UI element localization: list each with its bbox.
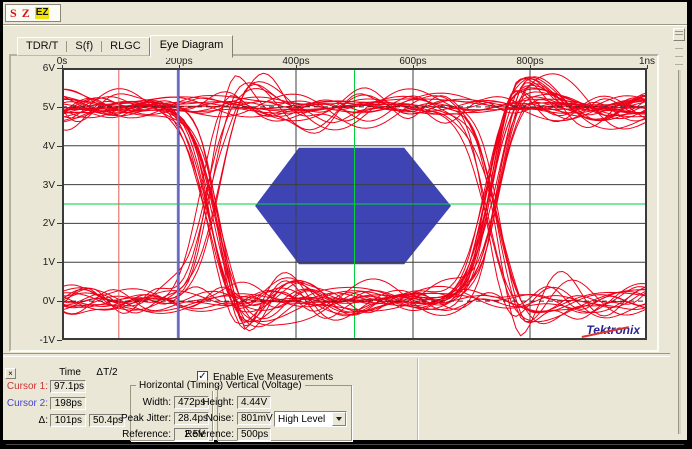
vertical-reference-field[interactable]: 500ps (237, 428, 271, 441)
vertical-voltage-group: Vertical (Voltage) Height: 4.44V Noise: … (217, 385, 352, 441)
panel-close-button[interactable]: × (5, 368, 16, 379)
tab-bar: TDR/T S(f) RLGC Eye Diagram (17, 36, 233, 56)
toolbar: S Z EZ (3, 2, 687, 25)
y-tick-label: 5V (13, 102, 55, 113)
vertical-reference-label: Reference: (160, 429, 234, 440)
peak-jitter-label: Peak Jitter: (91, 413, 171, 424)
column-header-delta-t: ΔT/2 (89, 367, 125, 378)
level-select-dropdown[interactable]: High Level (274, 411, 347, 427)
screenshot-root: { "toolbar": { "icons": [ {"label": "S",… (0, 0, 692, 449)
x-tick-mark (647, 65, 648, 69)
column-header-time: Time (53, 367, 87, 378)
inactive-tab-group: TDR/T S(f) RLGC (17, 37, 150, 56)
delta-label: Δ: (3, 415, 48, 426)
y-tick-label: 0V (13, 296, 55, 307)
cursor1-time-field[interactable]: 97.1ps (50, 380, 86, 393)
delta-time-field[interactable]: 101ps (50, 414, 86, 427)
scrollbar-thumb[interactable] (673, 28, 685, 41)
slider-tick (675, 56, 683, 57)
cursor2-label: Cursor 2: (3, 398, 48, 409)
tab-s-f[interactable]: S(f) (67, 38, 101, 55)
slider-tick (675, 64, 683, 65)
height-field[interactable]: 4.44V (237, 396, 271, 409)
slider-tick (675, 48, 683, 49)
y-tick-label: -1V (13, 335, 55, 346)
eye-diagram-panel: 0s200ps400ps600ps800ps1ns 6V5V4V3V2V1V0V… (9, 54, 659, 352)
horizontal-reference-label: Reference: (91, 429, 171, 440)
scrollbar-track[interactable] (678, 70, 681, 434)
tab-rlgc[interactable]: RLGC (102, 38, 149, 55)
y-tick-label: 6V (13, 63, 55, 74)
y-tick-label: 4V (13, 141, 55, 152)
height-label: Height: (160, 397, 234, 408)
chevron-down-icon[interactable] (332, 412, 346, 426)
horizontal-timing-title: Horizontal (Timing) (136, 380, 226, 391)
tab-eye-diagram[interactable]: Eye Diagram (150, 35, 234, 58)
s-parameter-icon[interactable]: S (10, 7, 17, 19)
y-tick-label: 2V (13, 218, 55, 229)
application-window: S Z EZ TDR/T S(f) RLGC Eye Diagram 0s200… (3, 2, 687, 440)
width-label: Width: (91, 397, 171, 408)
noise-label: Noise: (160, 413, 234, 424)
ez-icon[interactable]: EZ (35, 7, 50, 19)
noise-field[interactable]: 801mV (237, 412, 271, 425)
y-tick-label: 3V (13, 180, 55, 191)
level-select-value: High Level (278, 414, 325, 425)
measurement-panel: × Time ΔT/2 Cursor 1: 97.1ps Cursor 2: 1… (3, 355, 667, 440)
toolbar-icon-group: S Z EZ (5, 4, 61, 22)
vertical-voltage-title: Vertical (Voltage) (223, 380, 305, 391)
tab-tdr-t[interactable]: TDR/T (18, 38, 66, 55)
cursor2-time-field[interactable]: 198ps (50, 397, 86, 410)
y-tick-label: 1V (13, 257, 55, 268)
impedance-icon[interactable]: Z (22, 7, 30, 19)
cursor1-label: Cursor 1: (3, 381, 48, 392)
bottom-edge-line (6, 444, 684, 445)
vertical-scrollbar[interactable] (672, 26, 687, 438)
eye-diagram-plot[interactable]: Tektronix (62, 68, 647, 340)
y-tick-mark (57, 340, 62, 341)
tektronix-logo: Tektronix (586, 323, 640, 337)
panel-divider (417, 358, 418, 440)
